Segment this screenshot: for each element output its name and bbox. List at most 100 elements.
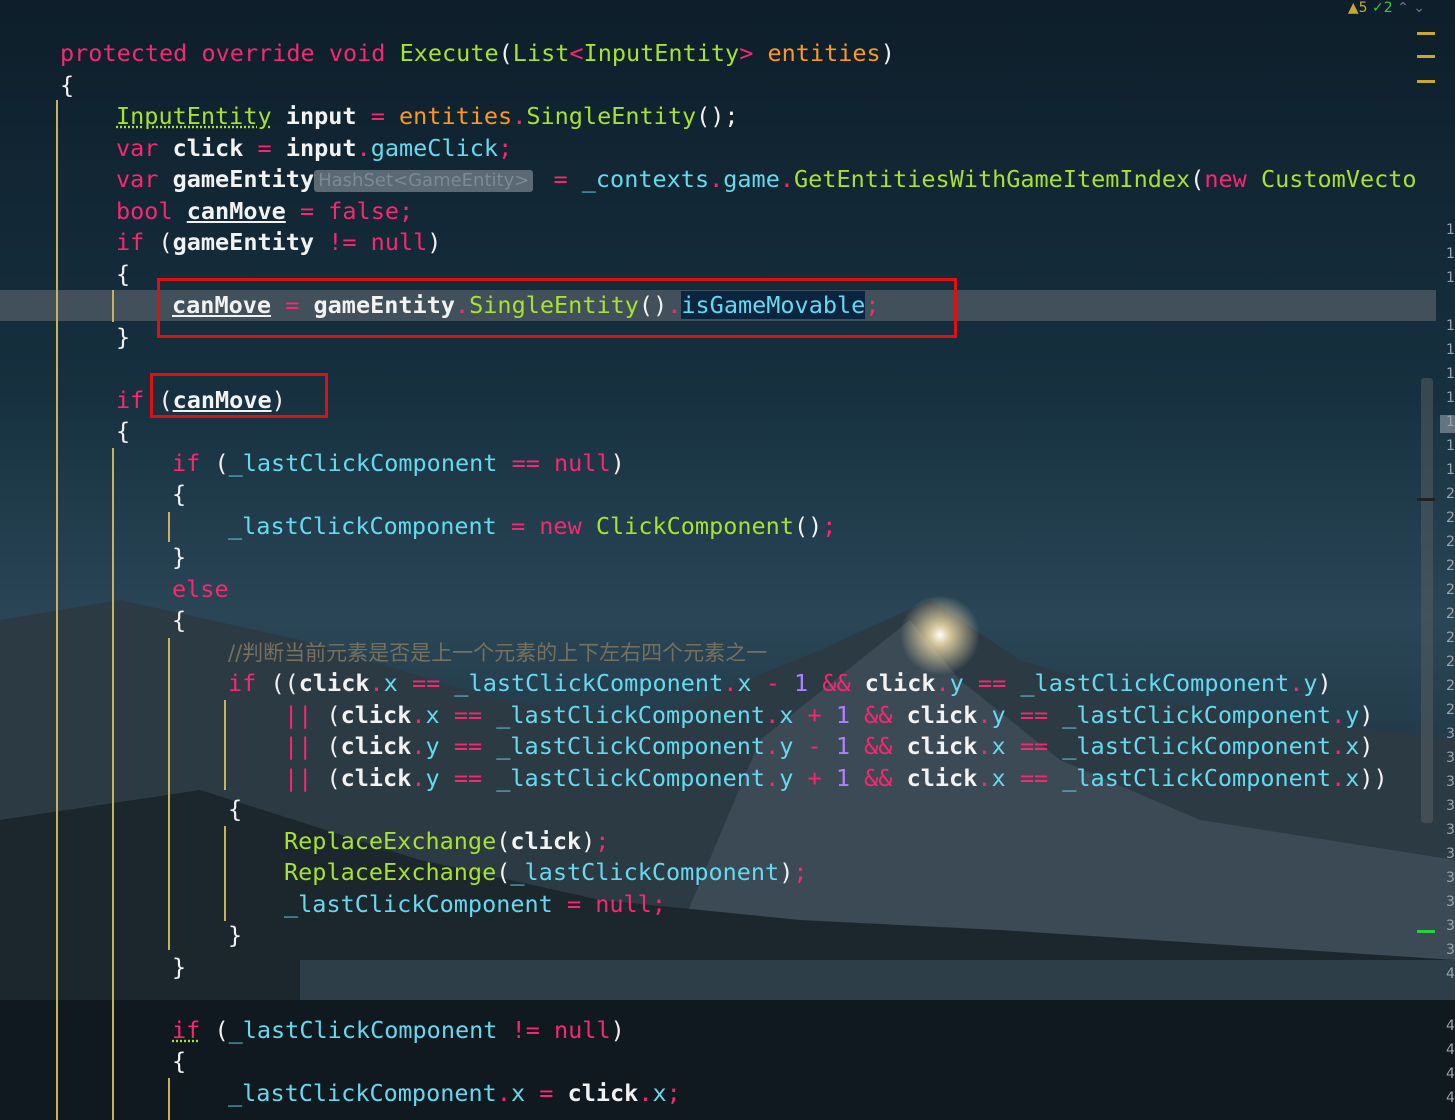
gutter-number: 2: [1446, 534, 1455, 550]
gutter-number: 2: [1446, 606, 1455, 622]
gutter-number: 4: [1446, 1018, 1455, 1034]
member: y: [949, 669, 964, 697]
identifier: click: [864, 669, 936, 697]
code-line: if (_lastClickComponent == null): [172, 448, 625, 480]
code-line: if (gameEntity != null): [116, 227, 441, 259]
brace: {: [172, 606, 187, 634]
punct: .: [765, 701, 780, 729]
gutter-number: 1: [1446, 414, 1455, 430]
code-line: ReplaceExchange(_lastClickComponent);: [284, 857, 808, 889]
gutter-number: 2: [1446, 558, 1455, 574]
number: 1: [835, 764, 851, 792]
code-line: if (_lastClickComponent != null): [172, 1015, 625, 1047]
identifier: _lastClickComponent: [1062, 732, 1332, 760]
identifier: click: [298, 669, 370, 697]
code-line: bool canMove = false;: [116, 196, 413, 228]
gutter-number: 1: [1446, 342, 1455, 358]
punct: .: [1289, 669, 1304, 697]
punct: ): [779, 858, 794, 886]
gutter-number: 2: [1446, 510, 1455, 526]
punct: .: [977, 764, 992, 792]
member: y: [1345, 701, 1360, 729]
punct: .: [765, 764, 780, 792]
punct: ;: [822, 512, 837, 540]
navigate-arrows[interactable]: ⌃ ⌄: [1397, 0, 1425, 16]
identifier: _lastClickComponent: [454, 669, 724, 697]
brace: }: [116, 323, 131, 351]
gutter-number: 4: [1446, 1066, 1455, 1082]
identifier: _lastClickComponent: [1062, 701, 1332, 729]
brace: {: [116, 417, 131, 445]
identifier: click: [340, 701, 412, 729]
punct: ): [1359, 701, 1374, 729]
code-line: }: [172, 542, 186, 574]
code-editor[interactable]: protected override void Execute(List<Inp…: [0, 0, 1436, 1120]
caret-marker: [1417, 498, 1435, 501]
brace: {: [228, 795, 243, 823]
number: 1: [835, 701, 851, 729]
comment: //判断当前元素是否是上一个元素的上下左右四个元素之一: [228, 641, 768, 665]
member: y: [991, 701, 1006, 729]
punct: ;: [651, 890, 667, 918]
punct: (: [326, 732, 341, 760]
code-line-execute-signature: protected override void Execute(List<Inp…: [60, 38, 895, 70]
punct: ;: [793, 858, 808, 886]
gutter-number: 3: [1446, 798, 1455, 814]
code-line: {: [116, 259, 130, 291]
code-line: var click = input.gameClick;: [116, 133, 512, 165]
code-line: {: [172, 479, 186, 511]
keyword: bool: [116, 197, 173, 225]
punct: ): [581, 827, 596, 855]
punct: .: [1331, 701, 1346, 729]
gutter-number: 2: [1446, 630, 1455, 646]
gutter-number: 3: [1446, 894, 1455, 910]
identifier: click: [510, 827, 582, 855]
operator: &&: [808, 669, 865, 697]
member: gameClick: [370, 134, 499, 162]
gutter-number: 4: [1446, 966, 1455, 982]
code-line: }: [228, 920, 242, 952]
scrollbar-thumb[interactable]: [1421, 378, 1433, 823]
punct: .: [496, 1079, 511, 1107]
member: x: [652, 1079, 667, 1107]
inspection-status[interactable]: ▲5 ✓2 ⌃ ⌄: [1348, 0, 1425, 16]
operator: ==: [963, 669, 1021, 697]
member: y: [779, 764, 794, 792]
gutter-number: 2: [1446, 654, 1455, 670]
identifier: _lastClickComponent: [496, 764, 766, 792]
operator: =: [496, 512, 540, 540]
punct: .: [512, 102, 527, 130]
keyword: null: [595, 890, 652, 918]
keyword: new: [539, 512, 582, 540]
check-count[interactable]: ✓2: [1372, 0, 1393, 16]
operator: =: [243, 134, 286, 162]
keyword: var: [116, 134, 159, 162]
identifier: _lastClickComponent: [1020, 669, 1290, 697]
punct: (: [200, 449, 229, 477]
warning-count[interactable]: ▲5: [1348, 0, 1368, 16]
keyword: protected: [60, 39, 188, 67]
member: x: [1345, 764, 1360, 792]
method-call: GetEntitiesWithGameItemIndex: [794, 165, 1191, 193]
brace: {: [116, 260, 131, 288]
code-line: {: [172, 605, 186, 637]
operator: &&: [850, 701, 907, 729]
member: y: [779, 732, 794, 760]
punct: .: [1331, 732, 1346, 760]
operator: &&: [850, 764, 907, 792]
code-comment: //判断当前元素是否是上一个元素的上下左右四个元素之一: [228, 637, 767, 669]
operator: =: [552, 890, 596, 918]
punct: (: [1190, 165, 1205, 193]
gutter-number: 2: [1446, 702, 1455, 718]
brace: {: [60, 71, 75, 99]
member: y: [1303, 669, 1318, 697]
punct: (: [326, 764, 341, 792]
punct: .: [411, 764, 426, 792]
method-name: Execute: [399, 39, 499, 67]
operator: ==: [1005, 701, 1063, 729]
gutter-number: 1: [1446, 246, 1455, 262]
keyword: if: [116, 386, 145, 414]
punct: .: [709, 165, 724, 193]
type-name: InputEntity: [116, 102, 272, 130]
operator: =: [356, 102, 399, 130]
